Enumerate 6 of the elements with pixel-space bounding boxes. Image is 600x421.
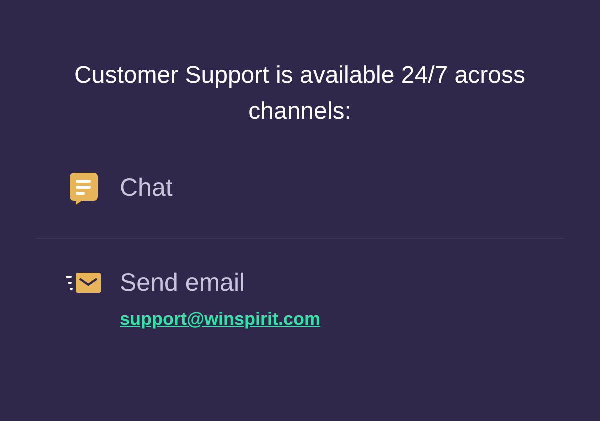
channel-label[interactable]: Chat bbox=[120, 170, 173, 208]
chat-icon bbox=[70, 172, 98, 205]
channel-label: Send email bbox=[120, 268, 246, 298]
email-link[interactable]: support@winspirit.com bbox=[120, 309, 321, 329]
email-icon bbox=[66, 272, 102, 294]
support-heading: Customer Support is available 24/7 across channels: bbox=[74, 61, 526, 127]
